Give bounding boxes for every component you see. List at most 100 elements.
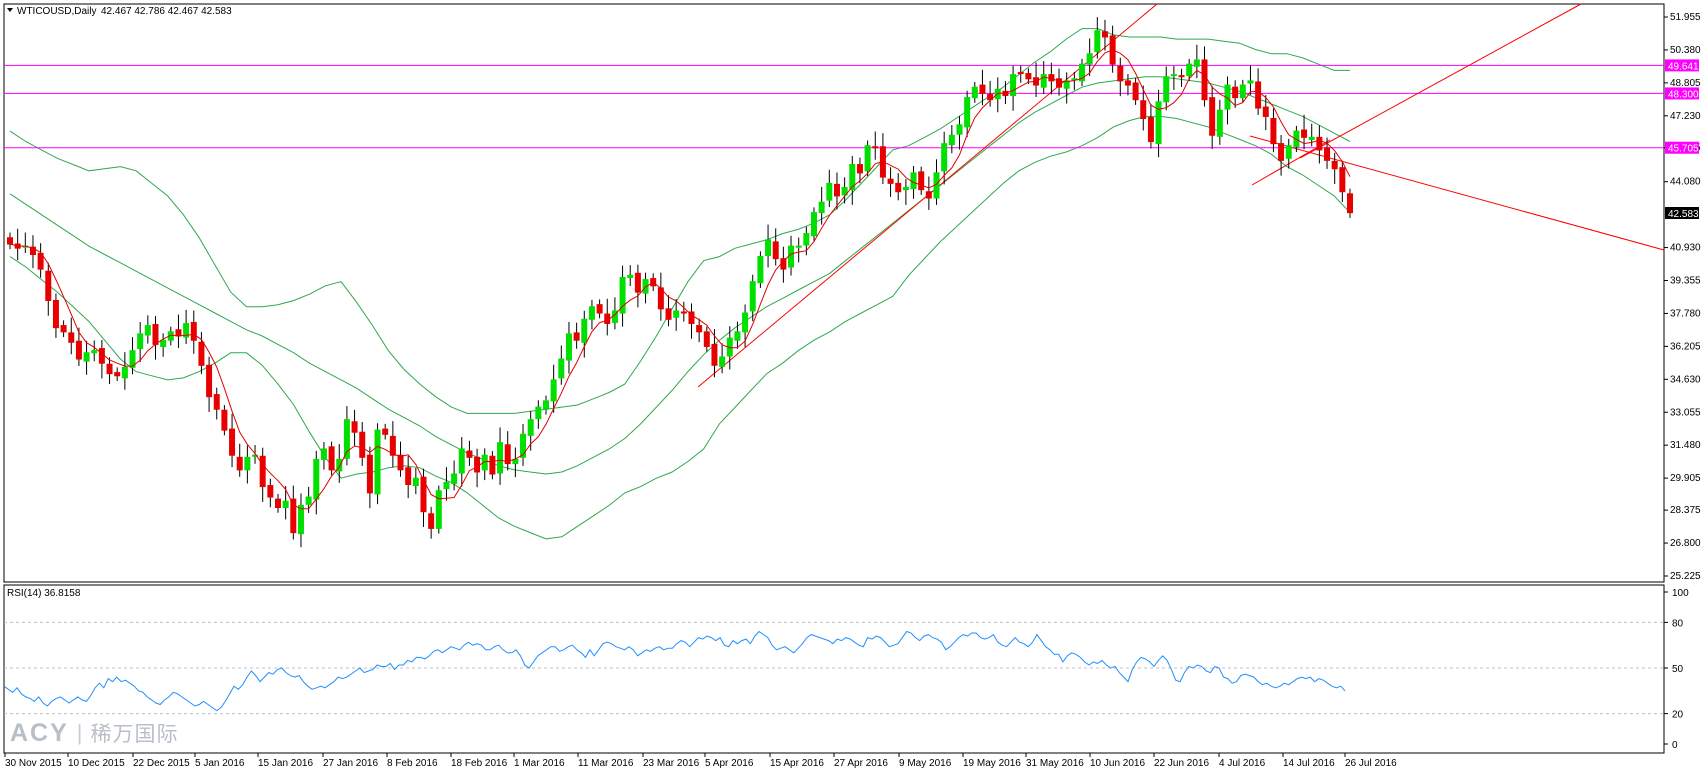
bull-candle-body — [497, 442, 504, 474]
bear-candle-body — [198, 341, 205, 366]
last-price-tag-label: 42.583 — [1668, 209, 1699, 220]
bull-candle-body — [305, 496, 312, 505]
bear-candle-body — [1201, 59, 1208, 101]
bull-candle-body — [956, 124, 963, 135]
price-tick-label: 37.780 — [1670, 308, 1701, 319]
bull-candle-body — [1239, 84, 1246, 99]
price-tick-label: 34.630 — [1670, 374, 1701, 385]
bear-candle-body — [872, 146, 879, 149]
bull-candle-body — [451, 473, 458, 484]
time-tick-label: 11 Mar 2016 — [578, 758, 634, 769]
bull-candle-body — [1186, 63, 1193, 77]
rsi-tick-label: 0 — [1672, 740, 1678, 751]
bull-candle-body — [374, 429, 381, 495]
bear-candle-body — [382, 428, 389, 435]
bull-candle-body — [412, 477, 419, 487]
bear-candle-body — [696, 325, 703, 333]
time-tick-label: 5 Apr 2016 — [705, 758, 754, 769]
time-tick-label: 27 Jan 2016 — [323, 758, 378, 769]
time-tick-label: 15 Apr 2016 — [770, 758, 824, 769]
watermark-brand: ACY — [10, 718, 69, 747]
bull-candle-body — [826, 182, 833, 201]
bear-candle-body — [1025, 73, 1032, 80]
bear-candle-body — [213, 394, 220, 410]
bear-candle-body — [190, 321, 197, 341]
bear-candle-body — [489, 455, 496, 475]
bear-candle-body — [1255, 81, 1262, 109]
bear-candle-body — [887, 178, 894, 184]
bear-candle-body — [75, 340, 82, 360]
bull-candle-body — [1094, 30, 1101, 53]
price-tick-label: 36.205 — [1670, 341, 1701, 352]
bear-candle-body — [359, 431, 366, 458]
bear-candle-body — [1347, 193, 1353, 214]
bull-candle-body — [458, 448, 465, 474]
price-tick-label: 39.355 — [1670, 276, 1701, 287]
bear-candle-body — [1017, 72, 1024, 75]
price-tick-label: 26.800 — [1670, 538, 1701, 549]
bear-candle-body — [596, 304, 603, 314]
time-tick-label: 31 May 2016 — [1026, 758, 1084, 769]
bear-candle-body — [1117, 65, 1124, 82]
bear-candle-body — [397, 454, 404, 471]
price-tick-label: 31.480 — [1670, 440, 1701, 451]
bull-candle-body — [864, 145, 871, 172]
bull-candle-body — [749, 281, 756, 312]
watermark: ACY | 稀万国际 — [10, 718, 179, 748]
time-tick-label: 30 Nov 2015 — [5, 758, 62, 769]
bull-candle-body — [1308, 136, 1315, 140]
price-tick-label: 44.080 — [1670, 177, 1701, 188]
symbol-label: WTICOUSD,Daily — [17, 6, 96, 17]
bull-candle-body — [1247, 80, 1254, 84]
time-tick-label: 14 Jul 2016 — [1283, 758, 1335, 769]
price-tick-label: 48.805 — [1670, 78, 1701, 89]
bull-candle-body — [527, 419, 534, 436]
bull-candle-body — [1285, 145, 1292, 159]
time-tick-label: 15 Jan 2016 — [258, 758, 313, 769]
time-axis: 30 Nov 2015 10 Dec 2015 22 Dec 2015 5 Jan 2… — [4, 753, 1397, 769]
price-tick-label: 51.955 — [1670, 12, 1701, 23]
bear-candle-body — [1178, 75, 1185, 78]
time-tick-label: 1 Mar 2016 — [514, 758, 565, 769]
price-tick-label: 25.225 — [1670, 571, 1701, 582]
bull-candle-body — [83, 352, 90, 362]
bear-candle-body — [833, 183, 840, 197]
bull-candle-body — [313, 458, 320, 500]
price-tick-label: 50.380 — [1670, 45, 1701, 56]
time-tick-label: 23 Mar 2016 — [643, 758, 700, 769]
price-tick-label: 40.930 — [1670, 243, 1701, 254]
bear-candle-body — [1232, 86, 1239, 99]
bull-candle-body — [558, 358, 565, 379]
bull-candle-body — [964, 97, 971, 128]
time-tick-label: 9 May 2016 — [899, 758, 952, 769]
bull-candle-body — [941, 143, 948, 172]
price-tick-label: 33.055 — [1670, 407, 1701, 418]
bear-candle-body — [1278, 143, 1285, 161]
bear-candle-body — [114, 372, 121, 377]
bull-candle-body — [588, 306, 595, 320]
bull-candle-body — [673, 310, 680, 318]
bear-candle-body — [657, 287, 664, 310]
bull-candle-body — [803, 233, 810, 246]
bull-candle-body — [1040, 74, 1047, 88]
bear-candle-body — [106, 363, 113, 375]
time-tick-label: 4 Jul 2016 — [1219, 758, 1266, 769]
bear-candle-body — [918, 171, 925, 191]
time-tick-label: 10 Jun 2016 — [1090, 758, 1145, 769]
bull-candle-body — [91, 350, 98, 354]
bear-candle-body — [366, 454, 373, 494]
bear-candle-body — [466, 450, 473, 458]
bull-candle-body — [282, 500, 289, 509]
bear-candle-body — [206, 364, 213, 398]
bull-candle-body — [1170, 74, 1177, 77]
bear-candle-body — [428, 513, 435, 529]
bear-candle-body — [1147, 116, 1154, 143]
level-tag-label: 48.300 — [1668, 89, 1699, 100]
time-tick-label: 19 May 2016 — [963, 758, 1021, 769]
bear-candle-body — [634, 272, 641, 293]
bear-candle-body — [703, 331, 710, 347]
bear-candle-body — [979, 84, 986, 94]
bull-candle-body — [795, 245, 802, 248]
bull-candle-body — [910, 172, 917, 190]
bull-candle-body — [320, 448, 327, 460]
